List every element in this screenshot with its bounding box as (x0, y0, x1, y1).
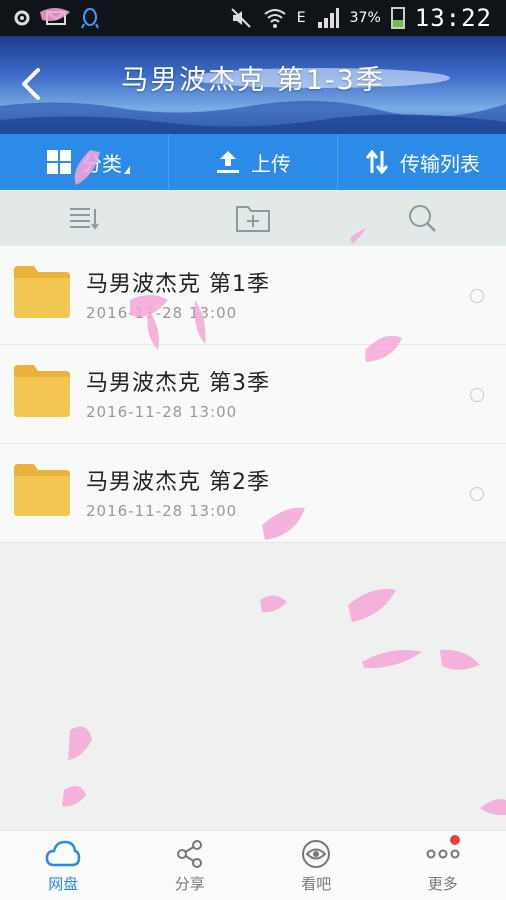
nav-more[interactable]: 更多 (380, 831, 506, 900)
new-folder-icon (236, 206, 270, 232)
upload-label: 上传 (251, 151, 291, 176)
clock: 13:22 (414, 4, 492, 32)
signal-icon (317, 8, 339, 28)
transfer-list-button[interactable]: 传输列表 (338, 134, 506, 190)
list-item[interactable]: 马男波杰克 第3季 2016-11-28 13:00 (0, 345, 506, 444)
network-type-label: E (296, 10, 306, 26)
file-date: 2016-11-28 13:00 (86, 502, 238, 520)
file-list: 马男波杰克 第1季 2016-11-28 13:00 马男波杰克 第3季 201… (0, 246, 506, 543)
transfer-list-label: 传输列表 (400, 151, 480, 176)
battery-icon (390, 7, 405, 29)
nav-share[interactable]: 分享 (127, 831, 254, 900)
category-button[interactable]: 分类 (0, 134, 169, 190)
nav-netdisk[interactable]: 网盘 (0, 831, 127, 900)
file-date: 2016-11-28 13:00 (86, 403, 238, 421)
mute-icon (231, 8, 251, 28)
search-button[interactable] (337, 190, 506, 246)
message-notification-icon (46, 11, 66, 25)
list-item[interactable]: 马男波杰克 第1季 2016-11-28 13:00 (0, 246, 506, 345)
folder-icon (14, 266, 70, 318)
new-folder-button[interactable] (169, 190, 338, 246)
settings-notification-icon (14, 10, 30, 26)
page-title: 马男波杰克 第1-3季 (121, 65, 385, 96)
nav-label: 分享 (174, 875, 205, 893)
select-radio[interactable] (470, 487, 484, 501)
upload-icon (217, 151, 239, 173)
nav-label: 看吧 (301, 875, 332, 893)
nav-label: 更多 (427, 875, 458, 893)
list-item[interactable]: 马男波杰克 第2季 2016-11-28 13:00 (0, 444, 506, 543)
bottom-nav: 网盘 分享 看吧 更多 (0, 830, 506, 900)
select-radio[interactable] (470, 289, 484, 303)
cloud-icon (45, 840, 81, 867)
eye-icon (302, 840, 331, 868)
action-bar: 分类 上传 传输列表 (0, 134, 506, 190)
file-date: 2016-11-28 13:00 (86, 304, 238, 322)
file-toolbar (0, 190, 506, 246)
header: 马男波杰克 第1-3季 (0, 36, 506, 134)
status-bar: E 37% 13:22 (0, 0, 506, 36)
nav-watch[interactable]: 看吧 (253, 831, 380, 900)
sort-list-icon (70, 208, 100, 230)
qq-notification-icon (81, 8, 99, 29)
search-icon (408, 205, 436, 232)
battery-fill (392, 20, 403, 27)
dropdown-caret-icon (124, 166, 130, 174)
grid-icon (47, 150, 71, 174)
folder-icon (14, 365, 70, 417)
file-name: 马男波杰克 第1季 (86, 272, 270, 297)
file-name: 马男波杰克 第3季 (86, 371, 270, 396)
select-radio[interactable] (470, 388, 484, 402)
notification-dot (449, 835, 460, 845)
nav-label: 网盘 (48, 875, 79, 893)
wifi-icon (264, 9, 286, 28)
transfer-arrows-icon (365, 149, 389, 175)
file-name: 马男波杰克 第2季 (86, 470, 270, 495)
folder-icon (14, 464, 70, 516)
category-label: 分类 (82, 151, 122, 176)
battery-percent: 37% (349, 10, 381, 26)
share-icon (176, 840, 202, 868)
sort-button[interactable] (0, 190, 169, 246)
upload-button[interactable]: 上传 (169, 134, 338, 190)
